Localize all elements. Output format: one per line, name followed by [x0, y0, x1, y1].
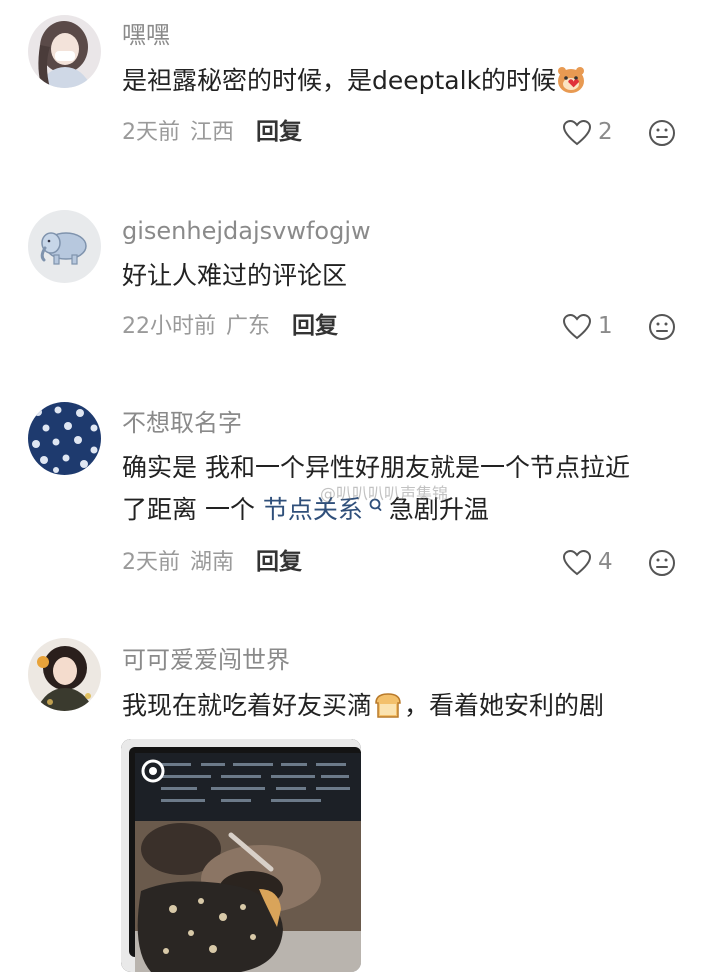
comment-text-segment: 我现在就吃着好友买滴 [122, 691, 373, 720]
avatar-photo-icon [28, 638, 101, 711]
comment-location: 江西 [190, 120, 235, 145]
comment-text-body: 是袒露秘密的时候，是deeptalk的时候 [122, 66, 557, 95]
username[interactable]: gisenhejdajsvwfogjw [122, 216, 371, 246]
like-count: 4 [598, 549, 613, 575]
heart-icon [562, 119, 592, 145]
face-icon [649, 120, 675, 146]
like-button[interactable]: 4 [562, 547, 613, 577]
reply-button[interactable]: 回复 [256, 119, 302, 145]
avatar[interactable] [28, 15, 101, 88]
emoji-reaction-button[interactable] [648, 119, 676, 147]
like-count: 2 [598, 119, 613, 145]
heart-icon [562, 313, 592, 339]
emoji-reaction-button[interactable] [648, 549, 676, 577]
attached-photo[interactable] [121, 739, 361, 972]
avatar[interactable] [28, 638, 101, 711]
reply-button[interactable]: 回复 [292, 313, 338, 339]
avatar-photo-icon [28, 15, 101, 88]
comment-text-segment: ，看着她安利的剧 [404, 691, 605, 720]
comment-location: 广东 [226, 314, 271, 339]
face-icon [649, 550, 675, 576]
face-icon [649, 314, 675, 340]
heart-icon [562, 549, 592, 575]
watermark: @叭叭叭叭声集锦 [320, 484, 449, 503]
elephant-avatar-icon [28, 210, 101, 283]
avatar[interactable] [28, 402, 101, 475]
reply-button[interactable]: 回复 [256, 549, 302, 575]
comment-time: 22小时前 [122, 314, 216, 339]
emoji-reaction-button[interactable] [648, 313, 676, 341]
like-count: 1 [598, 313, 613, 339]
comment-text: 我现在就吃着好友买滴 ，看着她安利的剧 [122, 685, 604, 732]
like-button[interactable]: 1 [562, 311, 613, 341]
comment-text-segment: 了距离 一个 [122, 495, 263, 524]
hamster-heart-icon [556, 65, 586, 107]
comment-location: 湖南 [190, 550, 235, 575]
photo-content [121, 739, 361, 972]
comment-time: 2天前 [122, 120, 180, 145]
username[interactable]: 可可爱爱闯世界 [122, 645, 290, 675]
username[interactable]: 不想取名字 [122, 408, 242, 438]
comment-item: 嘿嘿 是袒露秘密的时候，是deeptalk的时候 2天前 江西 回复 2 [0, 0, 719, 190]
bread-icon [372, 690, 404, 732]
like-button[interactable]: 2 [562, 117, 613, 147]
comment-text: 是袒露秘密的时候，是deeptalk的时候 [122, 60, 586, 107]
comment-item: 不想取名字 确实是 我和一个异性好朋友就是一个节点拉近 了距离 一个 节点关系急… [0, 390, 719, 625]
comment-text: 好让人难过的评论区 [122, 261, 348, 290]
comment-meta: 22小时前 广东 回复 [122, 311, 338, 342]
comment-meta: 2天前 湖南 回复 [122, 547, 302, 578]
avatar[interactable] [28, 210, 101, 283]
username[interactable]: 嘿嘿 [122, 20, 170, 50]
comment-meta: 2天前 江西 回复 [122, 117, 302, 148]
comment-item: gisenhejdajsvwfogjw 好让人难过的评论区 22小时前 广东 回复 … [0, 190, 719, 390]
comment-time: 2天前 [122, 550, 180, 575]
floral-pattern-avatar-icon [28, 402, 101, 475]
